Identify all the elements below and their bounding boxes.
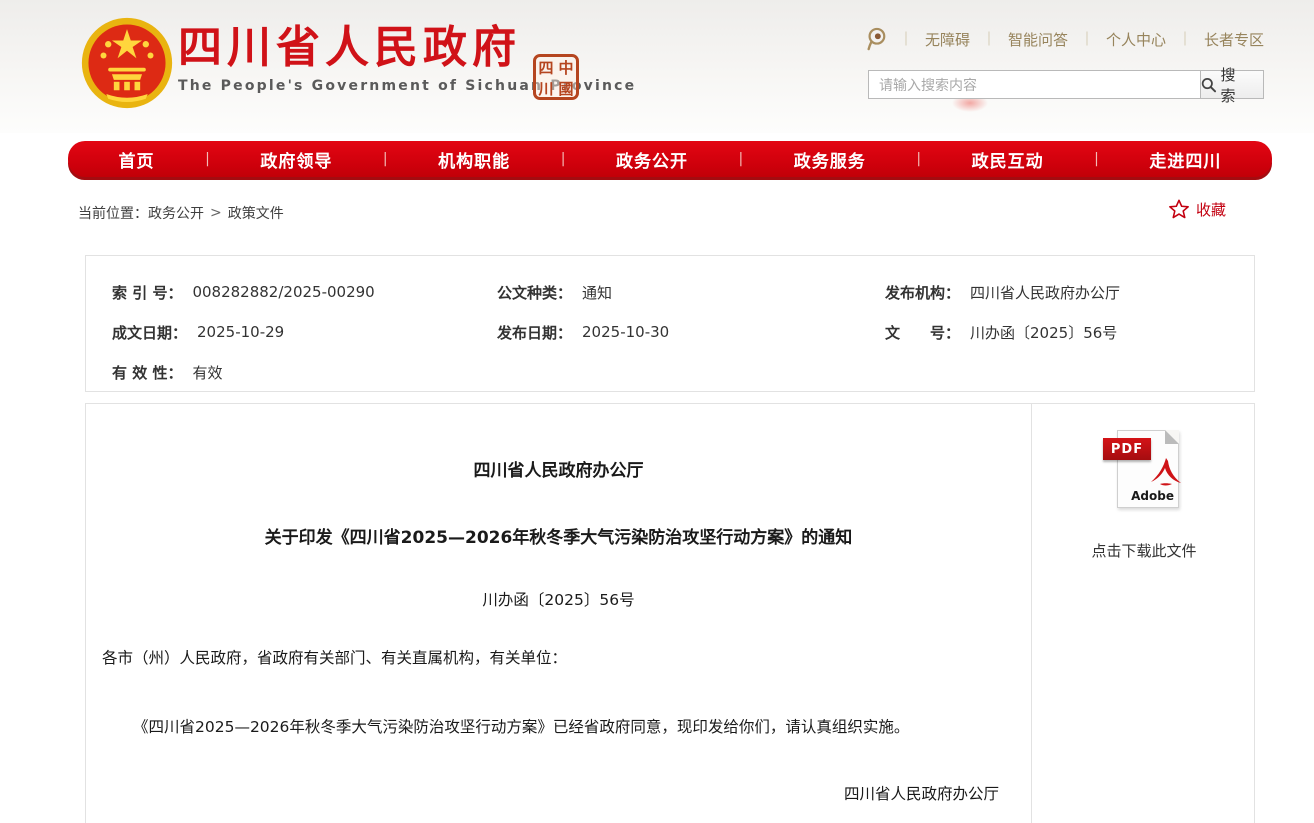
search-button-label: 搜 索: [1221, 64, 1263, 106]
nav-item-government-leaders[interactable]: 政府领导: [260, 147, 332, 172]
nav-item-home[interactable]: 首页: [119, 147, 155, 172]
china-sichuan-seal: 四 中 川 國: [533, 54, 579, 100]
document-number: 川办函〔2025〕56号: [102, 588, 1015, 610]
document-paragraph: 《四川省2025—2026年秋冬季大气污染防治攻坚行动方案》已经省政府同意，现印…: [102, 714, 1015, 740]
meta-value: 2025-10-30: [582, 323, 669, 341]
document-meta-table: 索 引 号： 008282882/2025-00290 公文种类： 通知 发布机…: [85, 255, 1255, 392]
meta-value: 有效: [192, 362, 222, 383]
favorite-label: 收藏: [1196, 199, 1226, 220]
breadcrumb-separator: >: [210, 205, 222, 221]
pdf-download-label[interactable]: 点击下载此文件: [1091, 540, 1196, 561]
meta-value: 通知: [582, 282, 612, 303]
nav-item-government-services[interactable]: 政务服务: [794, 147, 866, 172]
separator: ｜: [899, 29, 913, 49]
search-bar: 搜 索: [868, 70, 1264, 99]
nav-separator: |: [205, 151, 210, 167]
search-button[interactable]: 搜 索: [1200, 70, 1264, 99]
separator: ｜: [1080, 29, 1094, 49]
search-icon: [1201, 77, 1217, 93]
document-content-panel: 四川省人民政府办公厅 关于印发《四川省2025—2026年秋冬季大气污染防治攻坚…: [85, 403, 1255, 823]
meta-label: 索 引 号：: [112, 282, 182, 303]
nav-separator: |: [561, 151, 566, 167]
utility-links: ｜ 无障碍 ｜ 智能问答 ｜ 个人中心 ｜ 长者专区: [865, 27, 1264, 51]
link-personal-center[interactable]: 个人中心: [1106, 29, 1166, 50]
link-accessibility[interactable]: 无障碍: [925, 29, 970, 50]
nav-item-into-sichuan[interactable]: 走进四川: [1149, 147, 1221, 172]
meta-validity: 有 效 性： 有效: [112, 352, 497, 392]
link-smart-qa[interactable]: 智能问答: [1008, 29, 1068, 50]
meta-label: 成文日期：: [112, 322, 187, 343]
seal-char: 四: [536, 57, 556, 78]
breadcrumb-prefix: 当前位置：: [78, 203, 148, 223]
nav-item-public-interaction[interactable]: 政民互动: [972, 147, 1044, 172]
download-sidebar: Adobe PDF 点击下载此文件: [1031, 404, 1256, 823]
panda-logo-icon[interactable]: [865, 27, 887, 51]
site-header: 四川省人民政府 The People's Government of Sichu…: [0, 0, 1314, 133]
adobe-label: Adobe: [1131, 489, 1174, 503]
meta-document-type: 公文种类： 通知: [497, 272, 885, 312]
meta-label: 文 号：: [885, 322, 960, 343]
meta-publish-date: 发布日期： 2025-10-30: [497, 312, 885, 352]
nav-separator: |: [1094, 151, 1099, 167]
nav-separator: |: [383, 151, 388, 167]
nav-item-government-affairs[interactable]: 政务公开: [616, 147, 688, 172]
pdf-fold-corner: [1165, 430, 1179, 444]
meta-label: 发布机构：: [885, 282, 960, 303]
document-org-title: 四川省人民政府办公厅: [102, 456, 1015, 481]
meta-issuing-agency: 发布机构： 四川省人民政府办公厅: [885, 272, 1254, 312]
nav-separator: |: [916, 151, 921, 167]
search-input[interactable]: [868, 70, 1200, 99]
document-body: 四川省人民政府办公厅 关于印发《四川省2025—2026年秋冬季大气污染防治攻坚…: [86, 404, 1031, 823]
nav-separator: |: [739, 151, 744, 167]
document-signature: 四川省人民政府办公厅: [102, 782, 1015, 804]
pdf-badge: PDF: [1103, 438, 1151, 460]
link-senior-zone[interactable]: 长者专区: [1204, 29, 1264, 50]
separator: ｜: [982, 29, 996, 49]
breadcrumb-link-policy-documents[interactable]: 政策文件: [228, 203, 284, 223]
national-emblem-logo: [80, 16, 174, 110]
meta-label: 发布日期：: [497, 322, 572, 343]
document-title: 关于印发《四川省2025—2026年秋冬季大气污染防治攻坚行动方案》的通知: [102, 523, 1015, 548]
breadcrumb: 当前位置： 政务公开 > 政策文件: [78, 202, 1264, 224]
meta-label: 公文种类：: [497, 282, 572, 303]
favorite-button[interactable]: 收藏: [1168, 198, 1226, 220]
meta-document-number: 文 号： 川办函〔2025〕56号: [885, 312, 1254, 352]
meta-value: 川办函〔2025〕56号: [970, 322, 1117, 343]
meta-index-number: 索 引 号： 008282882/2025-00290: [112, 272, 497, 312]
seal-char: 國: [556, 78, 576, 99]
meta-value: 四川省人民政府办公厅: [970, 282, 1120, 303]
separator: ｜: [1178, 29, 1192, 49]
seal-char: 川: [536, 78, 556, 99]
document-salutation: 各市（州）人民政府，省政府有关部门、有关直属机构，有关单位：: [102, 646, 1015, 668]
pdf-download-link[interactable]: Adobe PDF 点击下载此文件: [1091, 430, 1196, 561]
star-icon: [1168, 198, 1190, 220]
meta-value: 2025-10-29: [197, 323, 284, 341]
nav-item-institutional-functions[interactable]: 机构职能: [438, 147, 510, 172]
meta-label: 有 效 性：: [112, 362, 182, 383]
meta-written-date: 成文日期： 2025-10-29: [112, 312, 497, 352]
adobe-swirl-icon: [1146, 457, 1186, 491]
breadcrumb-link-zhengwugongkai[interactable]: 政务公开: [148, 203, 204, 223]
main-nav: 首页 | 政府领导 | 机构职能 | 政务公开 | 政务服务 | 政民互动 | …: [68, 141, 1272, 177]
seal-char: 中: [556, 57, 576, 78]
pdf-file-icon: Adobe PDF: [1103, 430, 1185, 508]
meta-value: 008282882/2025-00290: [192, 283, 374, 301]
